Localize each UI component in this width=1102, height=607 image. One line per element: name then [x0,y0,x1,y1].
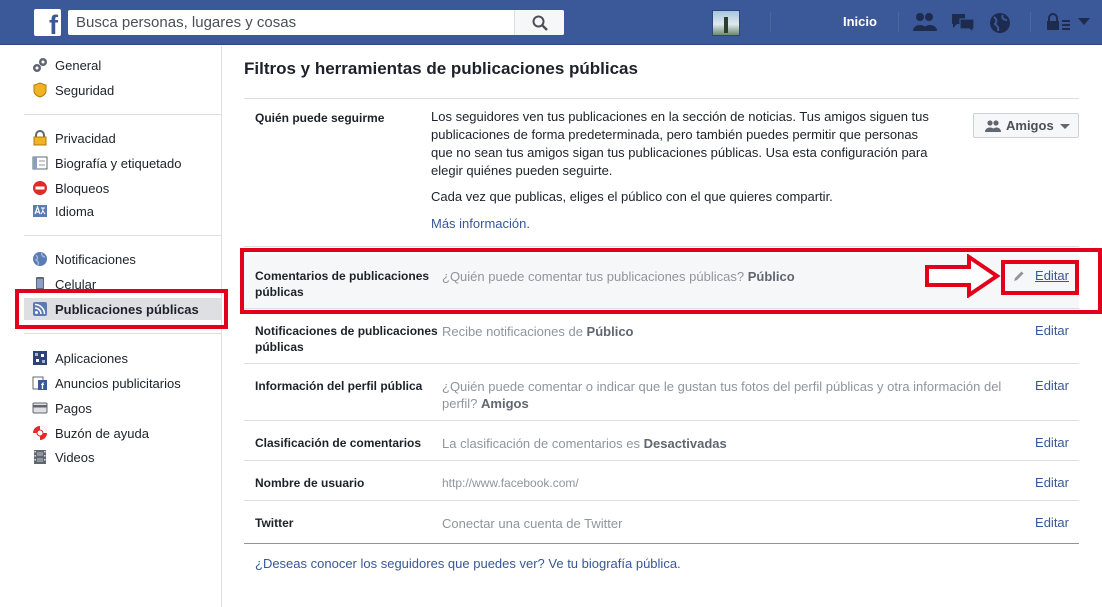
sidebar-item-label: Seguridad [55,83,115,98]
row-value-text: Recibe notificaciones de [442,324,583,339]
settings-row-quien-puede-seguirme: Quién puede seguirme Los seguidores ven … [244,99,1079,247]
row-value: Conectar una cuenta de Twitter [442,515,622,532]
ads-icon: f [32,376,47,391]
edit-link[interactable]: Editar [1035,378,1069,393]
settings-row-notificaciones[interactable]: Notificaciones de publicaciones públicas… [244,309,1079,364]
sidebar-item-bloqueos[interactable]: Bloqueos [24,177,222,199]
sidebar-item-anuncios[interactable]: f Anuncios publicitarios [24,372,222,394]
profile-avatar[interactable] [712,10,740,36]
audience-selector-button[interactable]: Amigos [973,113,1079,138]
row-value-strong: Amigos [481,396,529,411]
settings-row-twitter[interactable]: Twitter Conectar una cuenta de Twitter E… [244,501,1079,543]
settings-row-nombre-usuario[interactable]: Nombre de usuario http://www.facebook.co… [244,461,1079,501]
annotation-highlight-edit [1001,260,1079,295]
row-label: Nombre de usuario [255,476,365,490]
edit-link[interactable]: Editar [1035,515,1069,530]
messages-icon[interactable] [950,11,976,33]
sidebar-item-label: Notificaciones [55,252,136,267]
annotation-highlight-sidebar [15,289,228,329]
row-value-text: La clasificación de comentarios es [442,436,640,451]
row-value-text: http://www.facebook.com/ [442,476,579,490]
film-icon [34,450,46,464]
sidebar-item-idioma[interactable]: Idioma [24,200,222,222]
language-icon [33,205,47,217]
row-label: Información del perfil pública [255,379,423,393]
sidebar-item-label: Biografía y etiquetado [55,156,182,171]
sidebar-item-label: Idioma [55,204,95,219]
edit-link[interactable]: Editar [1035,323,1069,338]
sidebar-item-label: Pagos [55,401,92,416]
search-box [68,10,564,35]
edit-link[interactable]: Editar [1035,475,1069,490]
block-icon [33,181,47,195]
search-button[interactable] [514,10,564,35]
sidebar-item-seguridad[interactable]: Seguridad [24,79,222,101]
top-separator [770,12,771,32]
shield-icon [33,82,47,98]
facebook-logo[interactable]: f [34,9,61,40]
sidebar-item-general[interactable]: General [24,54,222,76]
sidebar-item-label: Aplicaciones [55,351,128,366]
search-icon [532,15,548,31]
row-value-strong: Público [586,324,634,339]
top-separator [898,12,899,32]
account-menu-caret-icon[interactable] [1078,18,1090,26]
row-label: Quién puede seguirme [255,111,385,125]
settings-row-informacion-perfil[interactable]: Información del perfil pública ¿Quién pu… [244,364,1079,421]
sidebar-item-label: Buzón de ayuda [55,426,149,441]
top-separator [1030,12,1031,32]
friend-requests-icon[interactable] [912,11,938,33]
card-icon [32,402,48,414]
sidebar-divider [24,114,221,115]
top-navigation-bar: f Inicio [0,0,1102,45]
row-label: Notificaciones de publicaciones públicas [255,324,438,354]
annotation-arrow-icon [925,254,1001,298]
sidebar-item-label: Anuncios publicitarios [55,376,181,391]
sidebar-item-label: Bloqueos [55,181,110,196]
home-link[interactable]: Inicio [843,14,877,29]
sidebar-divider [24,235,221,236]
edit-link[interactable]: Editar [1035,435,1069,450]
page-title: Filtros y herramientas de publicaciones … [244,59,638,78]
padlock-icon [33,130,47,146]
sidebar-item-privacidad[interactable]: Privacidad [24,127,222,149]
audience-selector-label: Amigos [1006,118,1054,133]
sidebar-item-pagos[interactable]: Pagos [24,397,222,419]
sidebar-item-buzon-de-ayuda[interactable]: Buzón de ayuda [24,422,222,444]
sidebar-item-label: Videos [55,450,95,465]
timeline-icon [32,156,48,170]
privacy-lock-icon[interactable] [1046,13,1074,31]
chevron-down-icon [1060,124,1070,129]
row-value: http://www.facebook.com/ [442,475,579,492]
gears-icon [33,58,47,72]
sidebar-item-aplicaciones[interactable]: Aplicaciones [24,347,222,369]
section-bottom-divider [244,543,1079,544]
public-timeline-link[interactable]: ¿Deseas conocer los seguidores que puede… [255,556,681,571]
friends-icon [985,120,1001,132]
facebook-logo-letter: f [49,10,58,40]
sidebar-item-biografia[interactable]: Biografía y etiquetado [24,152,222,174]
follow-note: Cada vez que publicas, eliges el público… [431,189,833,204]
lifebuoy-icon [33,426,47,440]
follow-description: Los seguidores ven tus publicaciones en … [431,109,929,178]
row-label: Clasificación de comentarios [255,436,422,450]
sidebar-item-notificaciones[interactable]: Notificaciones [24,248,222,270]
settings-main-panel: Filtros y herramientas de publicaciones … [223,46,1102,607]
row-value: La clasificación de comentarios es Desac… [442,435,727,452]
more-info-link[interactable]: Más información. [431,216,530,231]
globe-icon [33,252,47,266]
notifications-globe-icon[interactable] [988,11,1012,35]
settings-row-clasificacion[interactable]: Clasificación de comentarios La clasific… [244,421,1079,461]
sidebar-divider [24,333,221,334]
sidebar-item-videos[interactable]: Videos [24,446,222,468]
search-input[interactable] [68,10,514,35]
row-value: Recibe notificaciones de Público [442,323,634,340]
apps-icon [33,351,47,365]
sidebar-item-label: General [55,58,102,73]
row-value-text: Conectar una cuenta de Twitter [442,516,623,531]
row-label: Twitter [255,516,294,530]
row-value: ¿Quién puede comentar o indicar que le g… [442,378,1018,412]
row-value-strong: Desactivadas [643,436,727,451]
sidebar-item-label: Privacidad [55,131,116,146]
